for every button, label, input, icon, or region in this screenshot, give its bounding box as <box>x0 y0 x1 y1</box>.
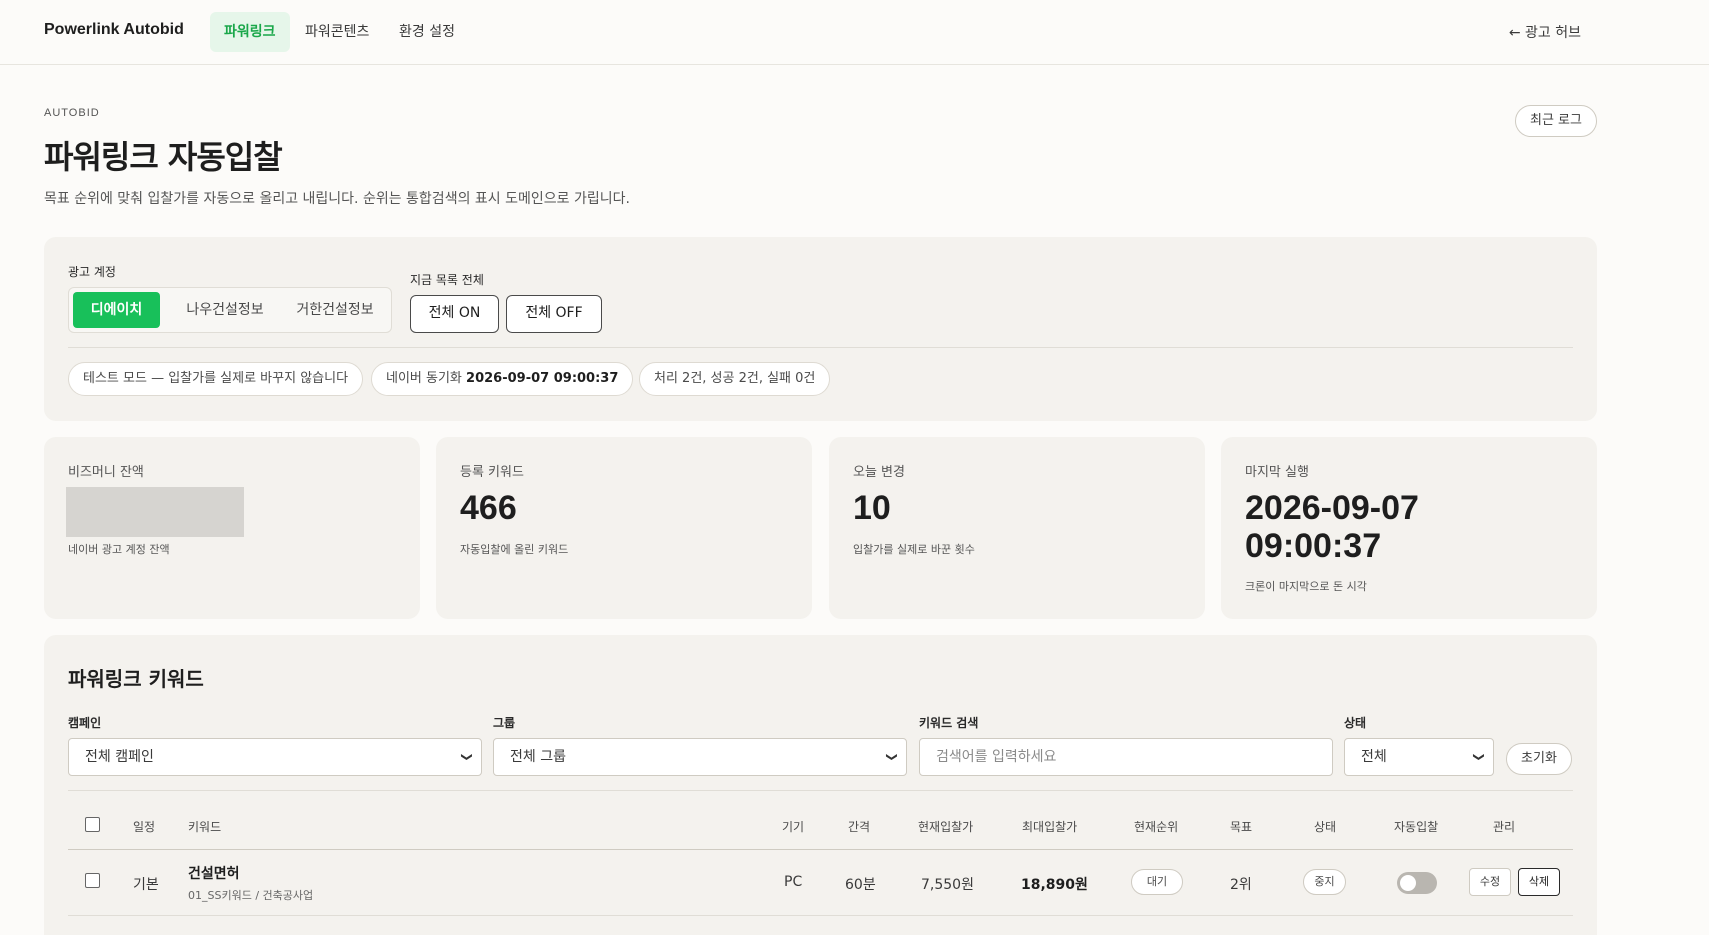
col-current-bid: 현재입찰가 <box>918 820 974 834</box>
col-schedule: 일정 <box>133 820 156 834</box>
chevron-down-icon: ❯ <box>460 752 474 762</box>
campaign-label: 캠페인 <box>68 716 102 730</box>
stat-sub: 네이버 광고 계정 잔액 <box>68 543 170 556</box>
section-title: 파워링크 키워드 <box>68 667 204 691</box>
status-select-value: 전체 <box>1361 749 1387 765</box>
row-target: 2위 <box>1230 877 1252 893</box>
panel-divider <box>68 347 1573 348</box>
row-interval: 60분 <box>845 877 876 893</box>
page-title: 파워링크 자동입찰 <box>44 138 283 176</box>
account-geohan[interactable]: 거한건설정보 <box>285 292 385 328</box>
stat-label: 오늘 변경 <box>853 465 905 480</box>
test-mode-chip: 테스트 모드 — 입찰가를 실제로 바꾸지 않습니다 <box>68 362 364 396</box>
row-divider <box>68 915 1573 916</box>
col-current-rank: 현재순위 <box>1134 820 1179 834</box>
sync-time: 2026-09-07 09:00:37 <box>466 371 619 386</box>
account-label: 광고 계정 <box>68 265 116 279</box>
campaign-select-value: 전체 캠페인 <box>85 749 154 765</box>
row-schedule: 기본 <box>133 877 159 893</box>
col-autobid: 자동입찰 <box>1394 820 1439 834</box>
stat-card-changes: 오늘 변경 10 입찰가를 실제로 바꾼 횟수 <box>829 437 1205 619</box>
stat-card-keywords: 등록 키워드 466 자동입찰에 올린 키워드 <box>436 437 812 619</box>
row-max-bid: 18,890원 <box>1021 877 1088 893</box>
sync-label: 네이버 동기화 <box>386 371 462 386</box>
stat-sub: 크론이 마지막으로 돈 시각 <box>1245 580 1367 593</box>
ad-hub-link[interactable]: ← 광고 허브 <box>1509 22 1581 42</box>
stat-sub: 입찰가를 실제로 바꾼 횟수 <box>853 543 975 556</box>
stat-value-date: 2026-09-07 <box>1245 489 1419 527</box>
chevron-down-icon: ❯ <box>1472 752 1486 762</box>
stat-label: 마지막 실행 <box>1245 465 1309 480</box>
stat-card-bizmoney: 비즈머니 잔액 네이버 광고 계정 잔액 <box>44 437 420 619</box>
col-max-bid: 최대입찰가 <box>1022 820 1078 834</box>
account-nau[interactable]: 나우건설정보 <box>169 292 281 328</box>
tab-settings[interactable]: 환경 설정 <box>385 12 469 52</box>
keyword-section: 파워링크 키워드 캠페인 전체 캠페인 ❯ 그룹 전체 그룹 ❯ 키워드 검색 … <box>44 635 1597 935</box>
tab-powercontents[interactable]: 파워콘텐츠 <box>291 12 383 52</box>
tab-powerlink[interactable]: 파워링크 <box>210 12 290 52</box>
select-all-checkbox[interactable] <box>85 817 100 832</box>
col-target: 목표 <box>1230 820 1253 834</box>
autobid-toggle[interactable] <box>1397 872 1437 894</box>
top-nav: Powerlink Autobid 파워링크 파워콘텐츠 환경 설정 ← 광고 … <box>0 0 1709 65</box>
page-eyebrow: AUTOBID <box>44 107 100 119</box>
status-select[interactable]: 전체 ❯ <box>1344 738 1494 776</box>
col-device: 기기 <box>782 820 805 834</box>
edit-button[interactable]: 수정 <box>1469 868 1511 896</box>
col-manage: 관리 <box>1493 820 1516 834</box>
stat-label: 비즈머니 잔액 <box>68 465 144 480</box>
reset-button[interactable]: 초기화 <box>1506 743 1572 775</box>
status-label: 상태 <box>1344 716 1367 730</box>
bulk-label: 지금 목록 전체 <box>410 273 484 287</box>
group-select-value: 전체 그룹 <box>510 749 566 765</box>
campaign-select[interactable]: 전체 캠페인 ❯ <box>68 738 482 776</box>
rank-badge: 대기 <box>1131 869 1183 895</box>
row-checkbox[interactable] <box>85 873 100 888</box>
recent-log-button[interactable]: 최근 로그 <box>1515 105 1597 137</box>
bulk-off-button[interactable]: 전체 OFF <box>506 295 602 333</box>
brand-logo[interactable]: Powerlink Autobid <box>44 21 184 39</box>
row-keyword-path: 01_SS키워드 / 건축공사업 <box>188 889 314 902</box>
masked-balance <box>66 487 244 537</box>
stat-card-last-run: 마지막 실행 2026-09-07 09:00:37 크론이 마지막으로 돈 시… <box>1221 437 1597 619</box>
col-keyword: 키워드 <box>188 820 222 834</box>
col-interval: 간격 <box>848 820 871 834</box>
search-input[interactable]: 검색어를 입력하세요 <box>919 738 1333 776</box>
stat-sub: 자동입찰에 올린 키워드 <box>460 543 569 556</box>
row-current-bid: 7,550원 <box>921 877 974 893</box>
account-panel: 광고 계정 디에이치 나우건설정보 거한건설정보 지금 목록 전체 전체 ON … <box>44 237 1597 421</box>
row-device: PC <box>784 874 803 890</box>
group-label: 그룹 <box>493 716 516 730</box>
account-selector: 디에이치 나우건설정보 거한건설정보 <box>68 287 392 333</box>
account-dh[interactable]: 디에이치 <box>73 292 160 328</box>
stat-value: 466 <box>460 489 517 527</box>
group-select[interactable]: 전체 그룹 ❯ <box>493 738 907 776</box>
bulk-on-button[interactable]: 전체 ON <box>410 295 499 333</box>
sync-chip: 네이버 동기화 2026-09-07 09:00:37 <box>371 362 634 396</box>
table-header-line <box>68 849 1573 850</box>
stat-value: 10 <box>853 489 891 527</box>
chevron-down-icon: ❯ <box>885 752 899 762</box>
result-chip: 처리 2건, 성공 2건, 실패 0건 <box>639 362 831 396</box>
search-label: 키워드 검색 <box>919 716 979 730</box>
col-status: 상태 <box>1314 820 1337 834</box>
delete-button[interactable]: 삭제 <box>1518 868 1560 896</box>
stat-label: 등록 키워드 <box>460 465 524 480</box>
page-subtitle: 목표 순위에 맞춰 입찰가를 자동으로 올리고 내립니다. 순위는 통합검색의 … <box>44 191 630 207</box>
row-keyword: 건설면허 <box>188 866 240 882</box>
stat-value-time: 09:00:37 <box>1245 527 1382 565</box>
filter-divider <box>68 790 1573 791</box>
status-badge: 중지 <box>1303 869 1346 895</box>
